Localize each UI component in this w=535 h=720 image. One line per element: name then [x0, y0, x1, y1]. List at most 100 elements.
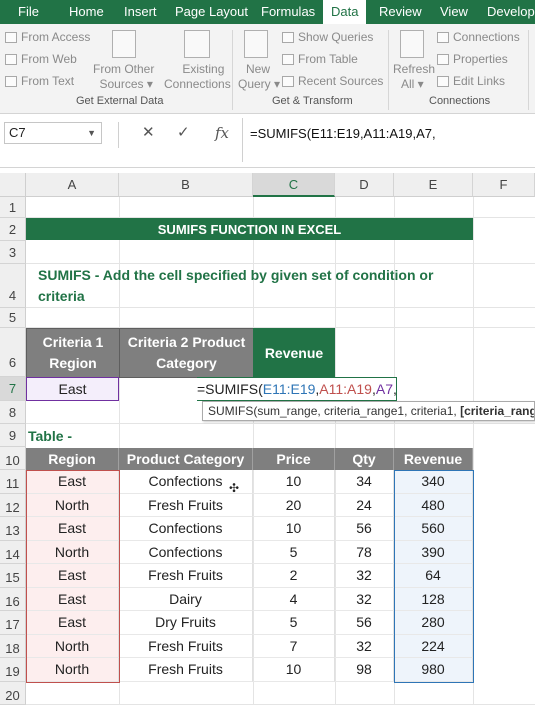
row-header[interactable]: 7 — [0, 377, 26, 401]
table-label[interactable]: Table - — [28, 424, 118, 447]
tab-insert[interactable]: Insert — [124, 0, 157, 24]
criteria1-header[interactable]: Criteria 1 Region — [26, 328, 120, 378]
tab-formulas[interactable]: Formulas — [261, 0, 315, 24]
row-header[interactable]: 12 — [0, 493, 26, 517]
active-cell-editor[interactable]: =SUMIFS(E11:E19, A11:A19, A7, — [197, 377, 397, 401]
revenue-cell[interactable]: 560 — [394, 517, 473, 541]
price-cell[interactable]: 10 — [253, 517, 335, 541]
product-category-cell[interactable]: Fresh Fruits — [119, 493, 253, 517]
from-text-button[interactable]: From Text — [5, 74, 74, 88]
row-header[interactable]: 2 — [0, 218, 26, 241]
qty-cell[interactable]: 56 — [335, 611, 394, 635]
criteria1-value-cell[interactable]: East — [26, 377, 119, 401]
tab-page-layout[interactable]: Page Layout — [175, 0, 248, 24]
tab-data[interactable]: Data — [323, 0, 367, 24]
tab-review[interactable]: Review — [379, 0, 422, 24]
region-cell[interactable]: North — [26, 658, 119, 682]
region-cell[interactable]: East — [26, 587, 119, 611]
price-cell[interactable]: 5 — [253, 540, 335, 564]
revenue-cell[interactable]: 980 — [394, 658, 473, 682]
table-header-revenue[interactable]: Revenue — [394, 448, 473, 470]
row-header[interactable]: 16 — [0, 587, 26, 611]
table-header-product-category[interactable]: Product Category — [119, 448, 253, 470]
row-header[interactable]: 13 — [0, 517, 26, 541]
edit-links-button[interactable]: Edit Links — [437, 74, 505, 88]
criteria2-header[interactable]: Criteria 2 Product Category — [119, 328, 254, 378]
row-header[interactable]: 15 — [0, 564, 26, 588]
row-header[interactable]: 9 — [0, 424, 26, 447]
tab-home[interactable]: Home — [69, 0, 104, 24]
product-category-cell[interactable]: Fresh Fruits — [119, 634, 253, 658]
insert-function-icon[interactable]: fx — [215, 122, 229, 144]
region-cell[interactable]: East — [26, 564, 119, 588]
from-access-button[interactable]: From Access — [5, 30, 90, 44]
row-header[interactable]: 4 — [0, 264, 26, 308]
product-category-cell[interactable]: Confections — [119, 540, 253, 564]
from-web-button[interactable]: From Web — [5, 52, 77, 66]
price-cell[interactable]: 10 — [253, 470, 335, 494]
row-header[interactable]: 11 — [0, 470, 26, 494]
price-cell[interactable]: 2 — [253, 564, 335, 588]
row-header[interactable]: 18 — [0, 634, 26, 658]
price-cell[interactable]: 4 — [253, 587, 335, 611]
recent-sources-button[interactable]: Recent Sources — [282, 74, 383, 88]
region-cell[interactable]: East — [26, 517, 119, 541]
tab-view[interactable]: View — [440, 0, 468, 24]
row-header[interactable]: 5 — [0, 308, 26, 328]
row-header[interactable]: 20 — [0, 681, 26, 705]
row-header[interactable]: 19 — [0, 658, 26, 682]
cancel-icon[interactable]: ✕ — [142, 122, 155, 144]
qty-cell[interactable]: 32 — [335, 587, 394, 611]
row-header[interactable]: 14 — [0, 540, 26, 564]
chevron-down-icon[interactable]: ▼ — [87, 123, 96, 143]
product-category-cell[interactable]: Dry Fruits — [119, 611, 253, 635]
new-query-button[interactable]: New Query ▾ — [238, 62, 280, 92]
column-header-a[interactable]: A — [26, 173, 119, 197]
row-header[interactable]: 10 — [0, 447, 26, 470]
row-header[interactable]: 6 — [0, 328, 26, 377]
revenue-cell[interactable]: 340 — [394, 470, 473, 494]
region-cell[interactable]: North — [26, 540, 119, 564]
region-cell[interactable]: North — [26, 634, 119, 658]
row-header[interactable]: 8 — [0, 401, 26, 424]
properties-button[interactable]: Properties — [437, 52, 508, 66]
sheet-title-banner[interactable]: SUMIFS FUNCTION IN EXCEL — [26, 218, 473, 240]
product-category-cell[interactable]: Confections — [119, 517, 253, 541]
price-cell[interactable]: 7 — [253, 634, 335, 658]
price-cell[interactable]: 20 — [253, 493, 335, 517]
sheet-subtitle[interactable]: SUMIFS - Add the cell specified by given… — [26, 264, 456, 308]
tab-file[interactable]: File — [18, 0, 39, 24]
qty-cell[interactable]: 24 — [335, 493, 394, 517]
revenue-cell[interactable]: 224 — [394, 634, 473, 658]
qty-cell[interactable]: 78 — [335, 540, 394, 564]
table-header-region[interactable]: Region — [26, 448, 119, 470]
column-header-b[interactable]: B — [119, 173, 253, 197]
revenue-cell[interactable]: 390 — [394, 540, 473, 564]
region-cell[interactable]: North — [26, 493, 119, 517]
column-header-c[interactable]: C — [253, 173, 335, 197]
price-cell[interactable]: 5 — [253, 611, 335, 635]
revenue-cell[interactable]: 280 — [394, 611, 473, 635]
select-all-corner[interactable] — [0, 173, 26, 197]
row-header[interactable]: 1 — [0, 197, 26, 218]
column-header-f[interactable]: F — [473, 173, 535, 197]
refresh-all-button[interactable]: Refresh All ▾ — [393, 62, 435, 92]
qty-cell[interactable]: 32 — [335, 634, 394, 658]
product-category-cell[interactable]: Fresh Fruits — [119, 658, 253, 682]
qty-cell[interactable]: 34 — [335, 470, 394, 494]
connections-button[interactable]: Connections — [437, 30, 520, 44]
from-table-button[interactable]: From Table — [282, 52, 358, 66]
revenue-header[interactable]: Revenue — [253, 328, 335, 377]
table-header-qty[interactable]: Qty — [335, 448, 394, 470]
tab-developer[interactable]: Develope — [487, 0, 535, 24]
name-box[interactable]: C7 ▼ — [4, 122, 102, 144]
row-header[interactable]: 17 — [0, 611, 26, 635]
revenue-cell[interactable]: 480 — [394, 493, 473, 517]
region-cell[interactable]: East — [26, 470, 119, 494]
formula-input[interactable]: =SUMIFS(E11:E19,A11:A19,A7, — [250, 126, 436, 141]
table-header-price[interactable]: Price — [253, 448, 335, 470]
enter-icon[interactable]: ✓ — [177, 122, 190, 144]
existing-connections-button[interactable]: Existing Connections — [164, 62, 231, 92]
product-category-cell[interactable]: Dairy — [119, 587, 253, 611]
row-header[interactable]: 3 — [0, 241, 26, 264]
